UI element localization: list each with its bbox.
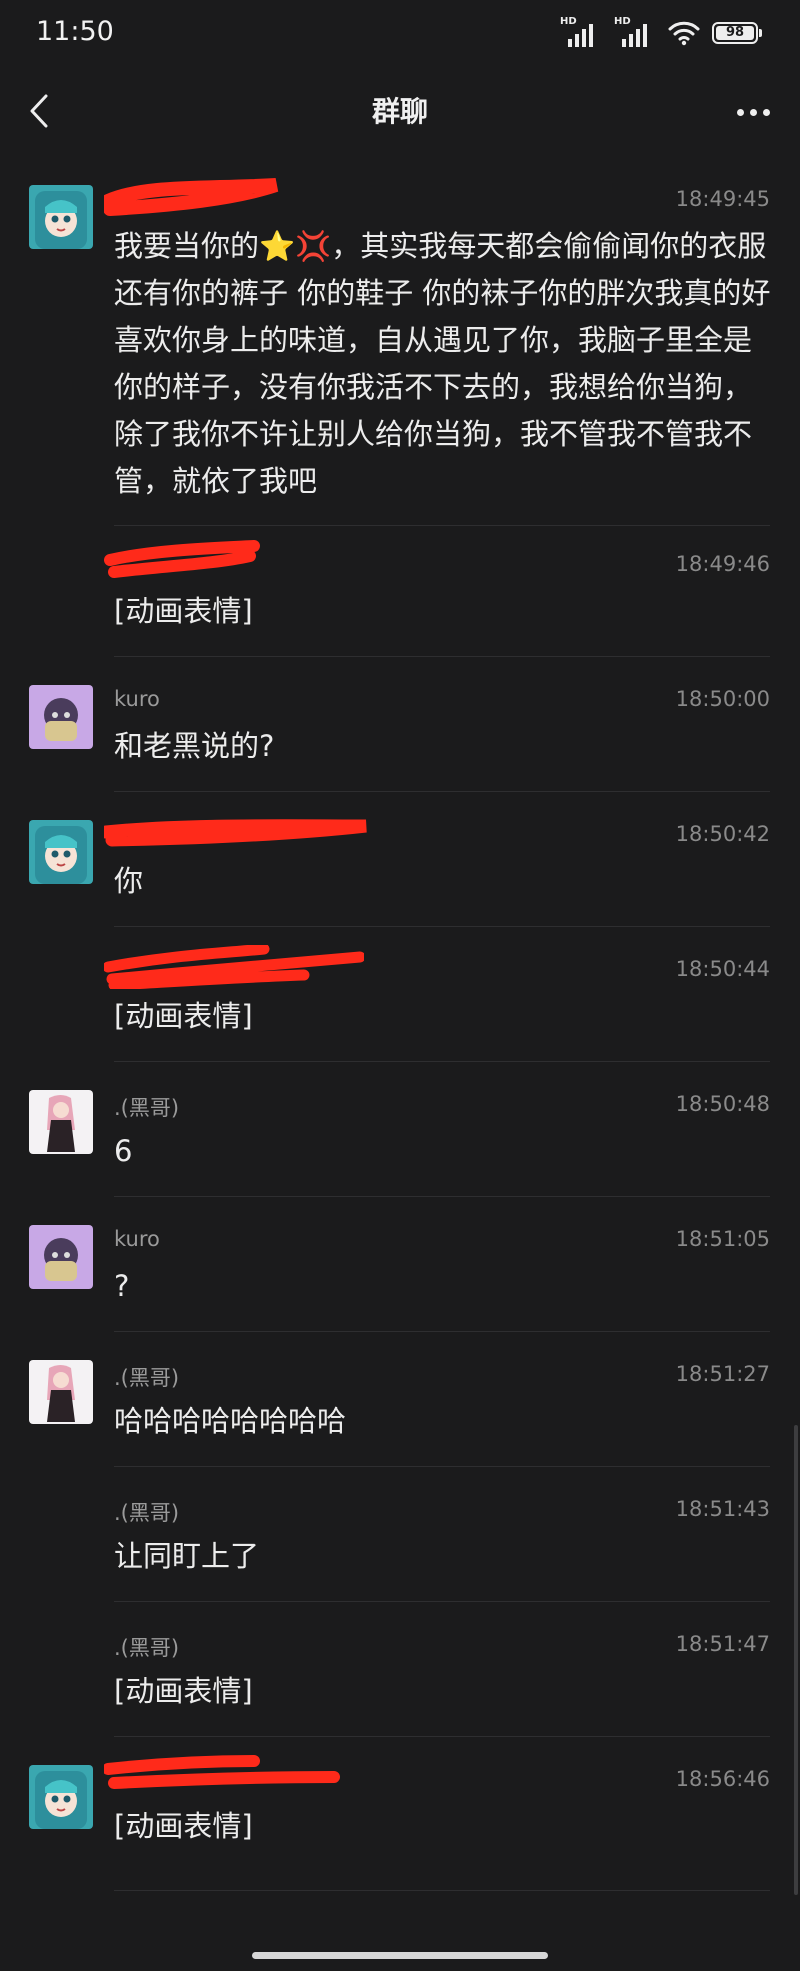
message-text[interactable]: 我要当你的⭐💢，其实我每天都会偷偷闻你的衣服还有你的裤子 你的鞋子 你的袜子你的… (114, 223, 774, 505)
divider (114, 1466, 770, 1467)
avatar-miku[interactable] (29, 820, 93, 884)
more-button[interactable] (728, 92, 778, 132)
chat-message-list[interactable]: 18:49:45 我要当你的⭐💢，其实我每天都会偷偷闻你的衣服还有你的裤子 你的… (0, 150, 800, 1891)
avatar-miku[interactable] (29, 185, 93, 249)
divider (114, 656, 770, 657)
message-time: 18:50:44 (675, 957, 770, 981)
battery-level: 98 (725, 25, 745, 40)
message-time: 18:51:43 (675, 1497, 770, 1521)
divider (114, 1890, 770, 1891)
divider (114, 1601, 770, 1602)
message-text[interactable]: ? (114, 1263, 774, 1310)
signal-hd-icon: HD (560, 16, 602, 47)
redaction-mark (104, 945, 364, 989)
home-indicator[interactable] (252, 1952, 548, 1959)
message-text[interactable]: [动画表情] (114, 993, 774, 1040)
wifi-icon (668, 21, 700, 46)
avatar-heige[interactable] (29, 1090, 93, 1154)
redaction-mark (104, 1755, 340, 1789)
chat-title: 群聊 (371, 95, 428, 128)
message-text[interactable]: [动画表情] (114, 588, 774, 635)
divider (114, 926, 770, 927)
message-text[interactable]: 让同盯上了 (114, 1533, 774, 1580)
message-text[interactable]: 6 (114, 1128, 774, 1175)
sender-name: .(黑哥) (114, 1096, 180, 1120)
message-text[interactable]: 你 (114, 858, 774, 905)
message-time: 18:51:47 (675, 1632, 770, 1656)
message-time: 18:50:48 (675, 1092, 770, 1116)
scrollbar[interactable] (794, 1425, 798, 1895)
status-bar: 11:50 HD HD 98 (0, 0, 800, 72)
message-text[interactable]: [动画表情] (114, 1803, 774, 1850)
message-time: 18:49:45 (675, 187, 770, 211)
sender-name: kuro (114, 687, 160, 711)
avatar-kuro[interactable] (29, 685, 93, 749)
avatar-kuro[interactable] (29, 1225, 93, 1289)
status-icons: HD HD 98 (560, 16, 762, 48)
message-time: 18:50:42 (675, 822, 770, 846)
back-button[interactable] (18, 88, 64, 134)
sender-name: .(黑哥) (114, 1636, 180, 1660)
avatar-miku[interactable] (29, 1765, 93, 1829)
signal-hd-icon: HD (614, 16, 656, 47)
message-text[interactable]: [动画表情] (114, 1668, 774, 1715)
divider (114, 1736, 770, 1737)
back-arrow-icon (30, 94, 48, 128)
divider (114, 1061, 770, 1062)
message-time: 18:49:46 (675, 552, 770, 576)
message-time: 18:51:05 (675, 1227, 770, 1251)
message-text[interactable]: 和老黑说的? (114, 723, 774, 770)
message-time: 18:50:00 (675, 687, 770, 711)
divider (114, 1196, 770, 1197)
more-dots-icon (736, 108, 770, 116)
redaction-mark (104, 819, 367, 847)
status-time: 11:50 (36, 16, 114, 47)
message-text[interactable]: 哈哈哈哈哈哈哈哈 (114, 1398, 774, 1445)
message-time: 18:51:27 (675, 1362, 770, 1386)
nav-bar: 群聊 (0, 72, 800, 150)
avatar-heige[interactable] (29, 1360, 93, 1424)
divider (114, 791, 770, 792)
divider (114, 1331, 770, 1332)
message-time: 18:56:46 (675, 1767, 770, 1791)
battery-icon: 98 (712, 22, 762, 44)
sender-name: .(黑哥) (114, 1501, 180, 1525)
redaction-mark (104, 540, 260, 578)
divider (114, 525, 770, 526)
redaction-mark (104, 178, 279, 216)
sender-name: .(黑哥) (114, 1366, 180, 1390)
sender-name: kuro (114, 1227, 160, 1251)
